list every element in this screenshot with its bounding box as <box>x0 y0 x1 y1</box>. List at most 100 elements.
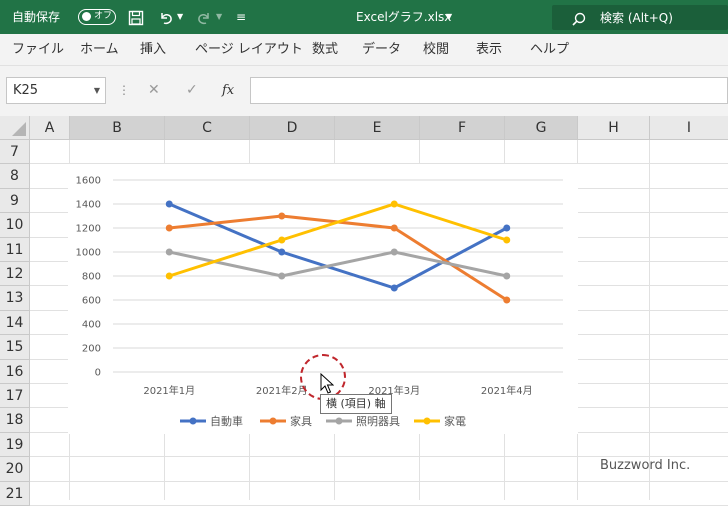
column-gridline <box>649 140 650 500</box>
autosave-label: 自動保存 <box>12 10 61 24</box>
cancel-icon[interactable]: ✕ <box>148 77 160 104</box>
search-box[interactable]: 検索 (Alt+Q) <box>552 5 728 30</box>
column-header-e[interactable]: E <box>335 116 420 140</box>
series-line <box>168 202 508 290</box>
tab-review[interactable]: 校閲 <box>423 34 449 66</box>
autosave-toggle[interactable]: オフ <box>78 9 116 25</box>
tab-insert[interactable]: 挿入 <box>140 34 166 66</box>
column-header-g[interactable]: G <box>505 116 578 140</box>
column-header-d[interactable]: D <box>250 116 335 140</box>
file-name: Excelグラフ.xlsx <box>356 10 452 24</box>
row-header-11[interactable]: 11 <box>0 237 30 262</box>
row-header-14[interactable]: 14 <box>0 310 30 336</box>
axis-tooltip: 横 (項目) 軸 <box>320 394 392 414</box>
filename-dropdown-icon[interactable]: ▼ <box>446 0 452 34</box>
data-point <box>503 236 511 244</box>
data-point <box>165 272 173 280</box>
column-header-h[interactable]: H <box>578 116 650 140</box>
data-point <box>278 248 286 256</box>
legend-label: 自動車 <box>210 414 243 428</box>
x-tick-label: 2021年4月 <box>481 384 533 397</box>
tab-formulas[interactable]: 数式 <box>312 34 338 66</box>
data-point <box>165 224 173 232</box>
x-tick-label: 2021年1月 <box>143 384 195 397</box>
legend-marker <box>189 417 197 425</box>
toggle-knob <box>82 12 91 21</box>
y-tick-label: 600 <box>82 296 101 307</box>
row-header-7[interactable]: 7 <box>0 140 30 165</box>
y-tick-label: 1600 <box>76 176 101 187</box>
legend-label: 家具 <box>290 414 312 428</box>
row-header-15[interactable]: 15 <box>0 335 30 360</box>
data-point <box>390 200 398 208</box>
data-point <box>503 296 511 304</box>
y-tick-label: 1000 <box>76 248 101 259</box>
column-header-c[interactable]: C <box>165 116 250 140</box>
y-tick-label: 800 <box>82 272 101 283</box>
watermark: Buzzword Inc. <box>600 458 691 473</box>
row-header-12[interactable]: 12 <box>0 262 30 287</box>
y-tick-label: 400 <box>82 320 101 331</box>
title-bar: 自動保存 オフ ▼ ▼ ≡ Excelグラフ.xlsx ▼ 検索 (Alt+Q) <box>0 0 728 34</box>
y-tick-label: 1400 <box>76 200 101 211</box>
row-header-10[interactable]: 10 <box>0 213 30 238</box>
name-box[interactable]: K25 ▼ <box>6 77 106 104</box>
autosave-state: オフ <box>94 11 113 21</box>
tab-help[interactable]: ヘルプ <box>530 34 569 66</box>
mouse-cursor-icon <box>320 373 334 394</box>
column-header-i[interactable]: I <box>650 116 728 140</box>
tab-view[interactable]: 表示 <box>476 34 502 66</box>
row-header-17[interactable]: 17 <box>0 384 30 409</box>
y-tick-label: 0 <box>95 368 101 379</box>
tab-file[interactable]: ファイル <box>12 34 64 66</box>
legend-marker <box>335 417 343 425</box>
legend-marker <box>423 417 431 425</box>
redo-dropdown-icon[interactable]: ▼ <box>216 0 222 34</box>
row-gridline <box>30 480 728 482</box>
row-header-20[interactable]: 20 <box>0 457 30 482</box>
chevron-down-icon[interactable]: ▼ <box>94 78 100 103</box>
data-point <box>278 272 286 280</box>
search-placeholder: 検索 (Alt+Q) <box>600 11 673 25</box>
customize-qat-icon[interactable]: ≡ <box>236 0 246 34</box>
select-all-corner[interactable] <box>0 116 30 140</box>
row-header-8[interactable]: 8 <box>0 164 30 189</box>
row-header-9[interactable]: 9 <box>0 188 30 214</box>
more-options-icon[interactable]: ⋮ <box>118 77 130 104</box>
x-tick-label: 2021年2月 <box>256 384 308 397</box>
row-header-13[interactable]: 13 <box>0 286 30 311</box>
row-header-16[interactable]: 16 <box>0 359 30 384</box>
data-point <box>390 224 398 232</box>
data-point <box>390 284 398 292</box>
legend-label: 家電 <box>444 414 466 428</box>
column-header-f[interactable]: F <box>420 116 505 140</box>
column-header-b[interactable]: B <box>70 116 165 140</box>
y-tick-label: 200 <box>82 344 101 355</box>
data-point <box>390 248 398 256</box>
tab-home[interactable]: ホーム <box>80 34 119 66</box>
ribbon-tabs: ファイル ホーム 挿入 ページ レイアウト 数式 データ 校閲 表示 ヘルプ <box>0 34 728 66</box>
row-header-18[interactable]: 18 <box>0 408 30 433</box>
search-icon <box>572 1 586 35</box>
y-tick-label: 1200 <box>76 224 101 235</box>
data-point <box>165 200 173 208</box>
insert-function-icon[interactable]: fx <box>222 77 234 104</box>
tab-page-layout[interactable]: ページ レイアウト <box>195 34 303 66</box>
data-point <box>278 236 286 244</box>
undo-dropdown-icon[interactable]: ▼ <box>177 0 183 34</box>
enter-icon[interactable]: ✓ <box>186 77 198 104</box>
data-point <box>278 212 286 220</box>
legend-label: 照明器具 <box>356 415 400 428</box>
legend-marker <box>269 417 277 425</box>
formula-input[interactable] <box>250 77 728 104</box>
tab-data[interactable]: データ <box>362 34 401 66</box>
series-line <box>169 214 508 302</box>
row-header-19[interactable]: 19 <box>0 432 30 458</box>
name-box-value: K25 <box>13 83 39 98</box>
formula-bar: K25 ▼ ⋮ ✕ ✓ fx <box>0 66 728 116</box>
row-header-21[interactable]: 21 <box>0 481 30 506</box>
redo-icon[interactable] <box>196 0 212 34</box>
undo-icon[interactable] <box>158 0 174 34</box>
column-header-a[interactable]: A <box>30 116 70 140</box>
save-icon[interactable] <box>128 0 144 34</box>
